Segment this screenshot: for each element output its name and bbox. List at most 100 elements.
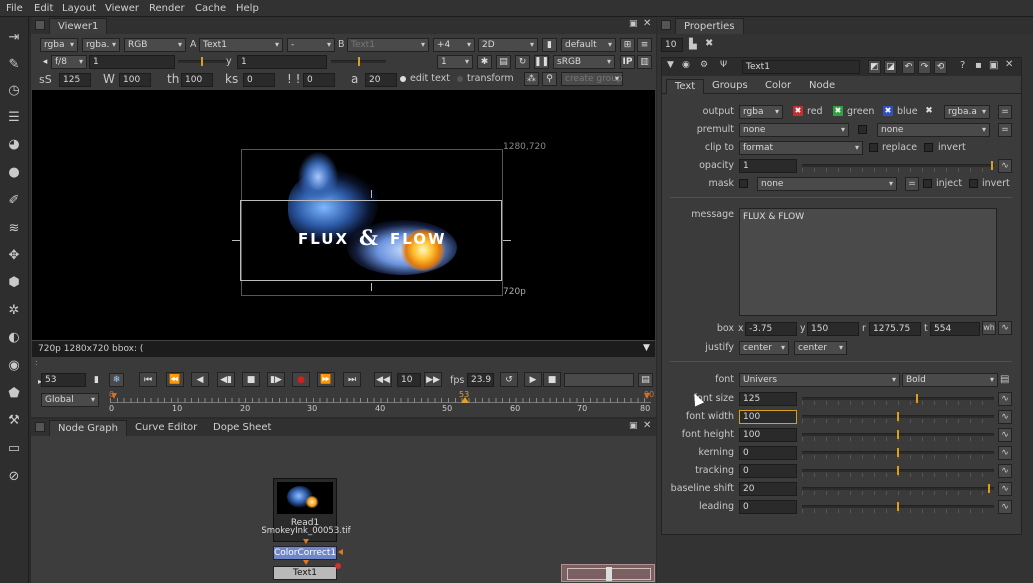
viewer-options-icon[interactable]: ▥: [637, 55, 652, 69]
view-mode-dropdown[interactable]: 2D: [478, 38, 538, 52]
justify-horizontal-dropdown[interactable]: center: [739, 341, 789, 355]
text-node[interactable]: Text1: [273, 566, 337, 580]
inject-checkbox[interactable]: [923, 179, 932, 188]
box-r-field[interactable]: 1275.75: [869, 322, 921, 336]
font-width-slider-knob[interactable]: [897, 412, 899, 421]
close-node-panel-icon[interactable]: ✕: [1005, 59, 1013, 70]
tab-groups[interactable]: Groups: [704, 79, 756, 95]
deep-tool-icon[interactable]: ◐: [4, 327, 24, 347]
transform-radio[interactable]: [457, 76, 463, 82]
font-height-slider-knob[interactable]: [897, 430, 899, 439]
node-cache-icon[interactable]: ⚙: [700, 60, 708, 70]
premult-checkbox[interactable]: [858, 125, 867, 134]
leading-slider[interactable]: [802, 500, 994, 514]
play-backward-button[interactable]: ◀▮: [217, 372, 235, 387]
colorspace-dropdown[interactable]: sRGB: [553, 55, 615, 69]
prev-keyframe-button[interactable]: ⏪: [166, 372, 184, 387]
max-panels-field[interactable]: 10: [661, 38, 683, 52]
lock-panels-icon[interactable]: ▙: [689, 39, 697, 50]
time-tool-icon[interactable]: ◷: [4, 80, 24, 100]
mask-invert-checkbox[interactable]: [969, 179, 978, 188]
premult-dropdown[interactable]: none: [739, 123, 849, 137]
opacity-field[interactable]: 1: [739, 159, 797, 173]
fstop-dropdown[interactable]: f/8: [51, 55, 87, 69]
camera-icon[interactable]: ▮: [542, 38, 557, 52]
kerning-field[interactable]: 0: [739, 446, 797, 460]
alpha-output-dropdown[interactable]: rgba.a: [944, 105, 990, 119]
next-keyframe-button[interactable]: ⏩: [317, 372, 335, 387]
clear-panels-icon[interactable]: ✖: [705, 38, 713, 49]
skip-forward-button[interactable]: ▶▶: [424, 372, 442, 387]
refresh-icon[interactable]: ↻: [515, 55, 530, 69]
tab-viewer1[interactable]: Viewer1: [49, 18, 108, 34]
tab-text[interactable]: Text: [666, 79, 705, 94]
premult-dropdown-2[interactable]: none: [877, 123, 990, 137]
display-channel-dropdown[interactable]: RGB: [124, 38, 186, 52]
merge-tool-icon[interactable]: ≋: [4, 218, 24, 238]
views-tool-icon[interactable]: ◉: [4, 355, 24, 375]
font-size-field[interactable]: 125: [739, 392, 797, 406]
tracking-field[interactable]: 0: [739, 464, 797, 478]
node-gl-color-icon[interactable]: ◪: [884, 60, 897, 74]
font-width-field[interactable]: 100: [739, 410, 797, 424]
font-height-slider[interactable]: [802, 428, 994, 442]
alpha-channel-dropdown[interactable]: rgba.: [82, 38, 120, 52]
lut-dropdown[interactable]: default: [561, 38, 616, 52]
keyer-tool-icon[interactable]: ✐: [4, 190, 24, 210]
baseline-shift-anim-button[interactable]: ∿: [998, 482, 1012, 496]
clip-invert-checkbox[interactable]: [924, 143, 933, 152]
tab-curve-editor[interactable]: Curve Editor: [127, 420, 205, 436]
undo-icon[interactable]: ↶: [902, 60, 915, 74]
fps-field[interactable]: 23.9: [467, 373, 494, 387]
baseline-shift-slider-knob[interactable]: [988, 484, 991, 493]
go-to-start-button[interactable]: ⏮: [139, 372, 157, 387]
playhead-marker[interactable]: [461, 397, 469, 403]
viewer-settings-icon[interactable]: ≡: [637, 38, 652, 52]
font-width-slider[interactable]: [802, 410, 994, 424]
font-width-tool-field[interactable]: 100: [119, 73, 151, 87]
edit-text-radio[interactable]: [400, 76, 406, 82]
input-process-button[interactable]: IP: [620, 55, 635, 69]
tracking-slider[interactable]: [802, 464, 994, 478]
node-view-icon[interactable]: ◉: [682, 60, 690, 70]
menu-edit[interactable]: Edit: [34, 3, 53, 14]
leading-anim-button[interactable]: ∿: [998, 500, 1012, 514]
tab-node-graph[interactable]: Node Graph: [49, 420, 127, 436]
output-dropdown[interactable]: rgba: [739, 105, 783, 119]
other-tool-icon[interactable]: ▭: [4, 438, 24, 458]
flipbook-button[interactable]: ▶: [524, 372, 542, 387]
menu-render[interactable]: Render: [149, 3, 185, 14]
float-node-panel-icon[interactable]: ▣: [989, 60, 998, 71]
menu-cache[interactable]: Cache: [195, 3, 226, 14]
particles-tool-icon[interactable]: ✲: [4, 300, 24, 320]
create-group-button[interactable]: create group: [561, 72, 623, 86]
current-frame-field[interactable]: 53: [41, 373, 86, 387]
channel-tool-icon[interactable]: ☰: [4, 107, 24, 127]
mask-anim-button[interactable]: =: [905, 177, 919, 191]
timeline-ruler[interactable]: 0 90 53 0 10 20 30 40 50 60 70 80: [109, 390, 654, 415]
font-size-slider-knob[interactable]: [916, 394, 918, 403]
baseline-tool-field[interactable]: 20: [365, 73, 397, 87]
node-tools-icon[interactable]: Ψ: [720, 60, 727, 70]
metadata-tool-icon[interactable]: ⬟: [4, 383, 24, 403]
blue-channel-icon[interactable]: ✖: [883, 106, 893, 116]
lock-icon[interactable]: ❚❚: [534, 55, 549, 69]
kerning-anim-button[interactable]: ∿: [998, 446, 1012, 460]
leading-slider-knob[interactable]: [897, 502, 899, 511]
node-color-icon[interactable]: ◩: [868, 60, 881, 74]
range-start-marker[interactable]: [111, 393, 117, 399]
ng-float-panel-icon[interactable]: ▣: [629, 421, 638, 431]
render-button[interactable]: ■: [543, 372, 561, 387]
tab-node[interactable]: Node: [801, 79, 843, 95]
message-textarea[interactable]: FLUX & FLOW: [739, 208, 997, 316]
font-size-anim-button[interactable]: ∿: [998, 392, 1012, 406]
menu-file[interactable]: File: [6, 3, 23, 14]
transform-tool-icon[interactable]: ✥: [4, 245, 24, 265]
revert-icon[interactable]: ⟲: [934, 60, 947, 74]
ng-close-panel-icon[interactable]: ✕: [643, 420, 651, 431]
frame-range-mode-dropdown[interactable]: Global: [41, 393, 99, 407]
image-tool-icon[interactable]: ⇥: [4, 27, 24, 47]
mask-checkbox[interactable]: [739, 179, 748, 188]
font-browse-icon[interactable]: ▤: [1000, 374, 1009, 385]
box-y-field[interactable]: 150: [807, 322, 859, 336]
